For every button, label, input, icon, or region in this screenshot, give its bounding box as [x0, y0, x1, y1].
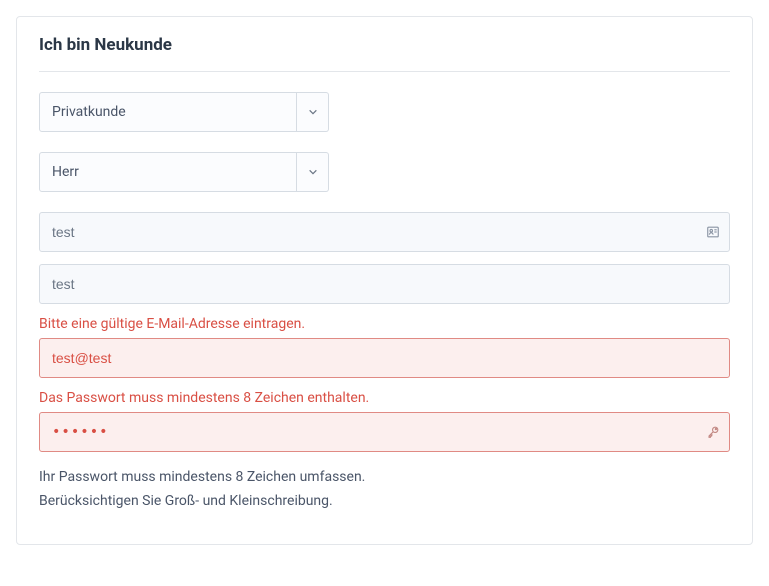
- key-icon: [706, 425, 720, 439]
- salutation-value: Herr: [39, 152, 297, 192]
- first-name-input[interactable]: [39, 212, 730, 252]
- password-hint: Ihr Passwort muss mindestens 8 Zeichen u…: [39, 466, 730, 514]
- password-input[interactable]: ••••••: [39, 412, 730, 452]
- password-hint-line2: Berücksichtigen Sie Groß- und Kleinschre…: [39, 490, 730, 514]
- chevron-down-icon: [308, 167, 318, 177]
- password-row: ••••••: [39, 412, 730, 452]
- card-title: Ich bin Neukunde: [39, 35, 730, 72]
- new-customer-card: Ich bin Neukunde Privatkunde Herr: [16, 16, 753, 545]
- customer-type-value: Privatkunde: [39, 92, 297, 132]
- password-error: Das Passwort muss mindestens 8 Zeichen e…: [39, 390, 730, 406]
- last-name-input[interactable]: [39, 264, 730, 304]
- salutation-caret: [297, 152, 329, 192]
- last-name-row: [39, 264, 730, 304]
- contact-card-icon: [706, 225, 720, 239]
- customer-type-caret: [297, 92, 329, 132]
- first-name-row: [39, 212, 730, 252]
- salutation-select[interactable]: Herr: [39, 152, 329, 192]
- password-hint-line1: Ihr Passwort muss mindestens 8 Zeichen u…: [39, 466, 730, 490]
- email-input[interactable]: [39, 338, 730, 378]
- chevron-down-icon: [308, 107, 318, 117]
- customer-type-select[interactable]: Privatkunde: [39, 92, 329, 132]
- email-row: [39, 338, 730, 378]
- email-error: Bitte eine gültige E-Mail-Adresse eintra…: [39, 316, 730, 332]
